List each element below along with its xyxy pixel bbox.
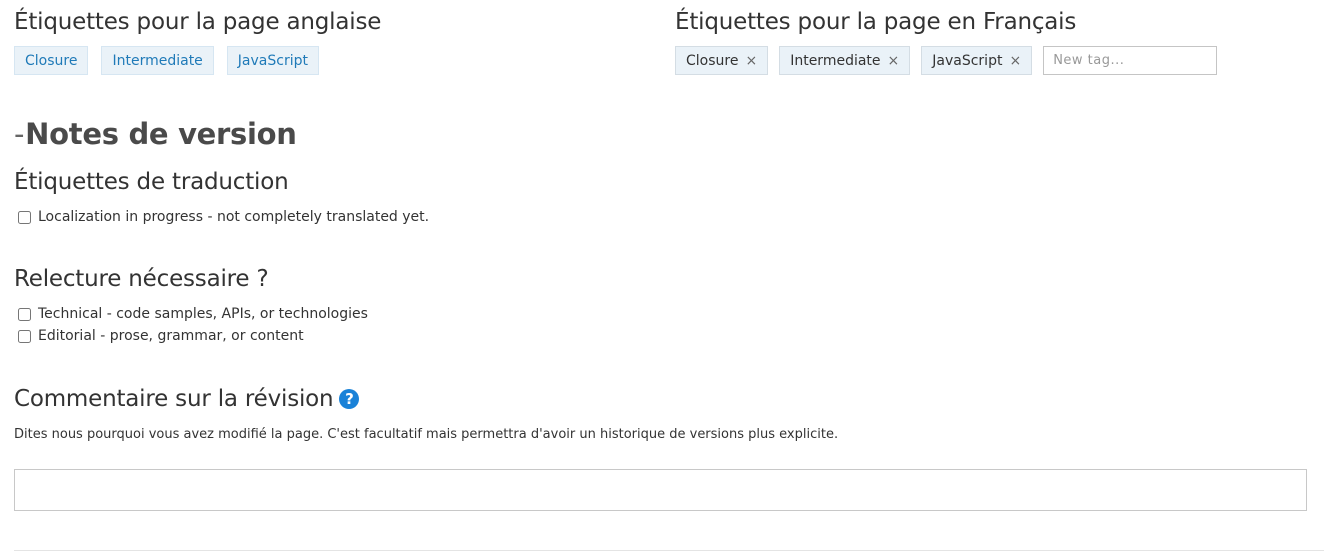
english-tags-list: Closure Intermediate JavaScript [14,46,332,75]
french-tags-editor: Closure × Intermediate × JavaScript × [675,46,1218,75]
page: Étiquettes pour la page anglaise Closure… [0,0,1338,559]
revision-comment-heading: Commentaire sur la révision? [14,386,360,412]
english-tag-closure[interactable]: Closure [14,46,89,75]
remove-tag-icon[interactable]: × [888,53,900,69]
french-tag-javascript: JavaScript × [921,46,1033,75]
release-notes-title: -Notes de version [14,117,297,151]
localization-in-progress-label: Localization in progress - not completel… [38,209,430,225]
french-tag-closure: Closure × [675,46,769,75]
editorial-review-label: Editorial - prose, grammar, or content [38,328,304,344]
remove-tag-icon[interactable]: × [745,53,757,69]
technical-review-checkbox[interactable] [18,307,31,321]
editorial-review-checkbox[interactable] [18,329,31,343]
review-needed-heading: Relecture nécessaire ? [14,266,269,292]
remove-tag-icon[interactable]: × [1009,53,1021,69]
french-tag-label: Intermediate [790,52,881,69]
technical-review-label: Technical - code samples, APIs, or techn… [38,306,368,322]
editorial-review-option[interactable]: Editorial - prose, grammar, or content [18,328,304,344]
english-tag-intermediate[interactable]: Intermediate [101,46,214,75]
revision-comment-input[interactable] [14,469,1307,511]
english-tags-heading: Étiquettes pour la page anglaise [14,9,382,35]
help-icon[interactable]: ? [339,389,360,409]
revision-comment-heading-text: Commentaire sur la révision [14,386,334,412]
release-notes-title-text: Notes de version [25,117,297,151]
revision-comment-hint: Dites nous pourquoi vous avez modifié la… [14,427,839,442]
english-tag-javascript[interactable]: JavaScript [226,46,319,75]
divider [14,550,1324,551]
french-tag-label: JavaScript [932,52,1003,69]
french-tags-heading: Étiquettes pour la page en Français [675,9,1077,35]
french-tag-label: Closure [686,52,739,69]
technical-review-option[interactable]: Technical - code samples, APIs, or techn… [18,306,368,322]
french-tag-intermediate: Intermediate × [779,46,911,75]
collapse-toggle[interactable]: - [14,117,24,151]
localization-in-progress-option[interactable]: Localization in progress - not completel… [18,209,429,225]
localization-in-progress-checkbox[interactable] [18,210,31,224]
translation-tags-heading: Étiquettes de traduction [14,169,289,195]
new-tag-input[interactable] [1043,46,1218,75]
